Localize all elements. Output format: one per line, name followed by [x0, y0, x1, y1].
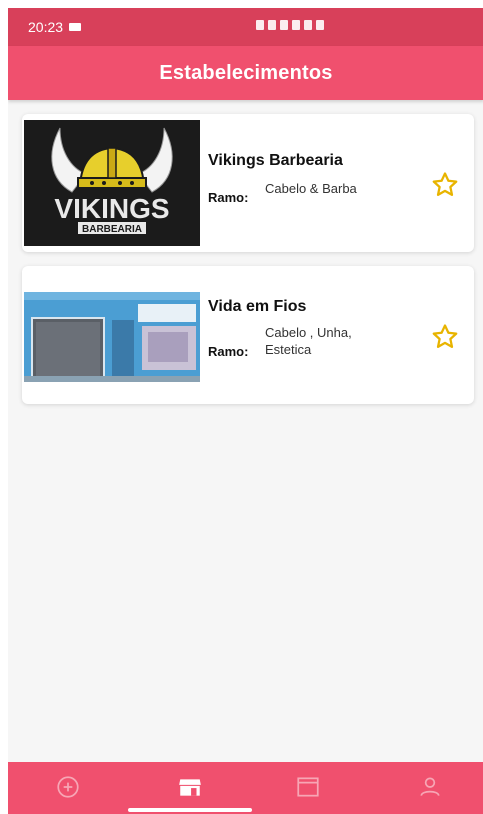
- active-tab-indicator: [128, 808, 252, 812]
- vikings-logo-text: VIKINGS: [54, 193, 169, 224]
- vikings-logo: VIKINGS BARBEARIA: [24, 120, 200, 246]
- mail-notification-icon: [69, 23, 82, 31]
- nav-item-calendar[interactable]: [288, 772, 328, 802]
- store-icon: [179, 779, 201, 796]
- status-time: 20:23: [28, 19, 64, 35]
- ramo-label: Ramo:: [208, 344, 249, 359]
- ramo-value: Cabelo & Barba: [265, 181, 357, 196]
- nav-item-add[interactable]: [48, 772, 88, 802]
- star-outline-icon[interactable]: [430, 322, 460, 352]
- system-icons: [256, 20, 324, 30]
- bottom-navigation: [8, 762, 483, 814]
- plus-circle-icon: [57, 776, 79, 798]
- bluetooth-icon: [268, 20, 276, 30]
- ramo-label: Ramo:: [208, 190, 249, 205]
- vikings-logo-subtext: BARBEARIA: [82, 224, 142, 235]
- wifi-icon: [292, 20, 300, 30]
- signal-icon: [304, 20, 312, 30]
- phone-screen: 20:23 Estabelecimentos VIKINGS BARBEARIA…: [8, 8, 483, 814]
- establishment-photo-image: [24, 292, 200, 382]
- storefront-photo: [24, 292, 200, 382]
- calendar-icon: [297, 777, 319, 797]
- app-bar: Estabelecimentos: [8, 46, 483, 100]
- establishment-card-vikings[interactable]: VIKINGS BARBEARIA Vikings Barbearia Ramo…: [22, 114, 474, 252]
- establishment-name: Vikings Barbearia: [208, 152, 343, 169]
- person-icon: [420, 777, 440, 796]
- establishment-card-vida-em-fios[interactable]: Vida em Fios Ramo: Cabelo , Unha, Esteti…: [22, 266, 474, 404]
- battery-icon: [316, 20, 324, 30]
- status-bar: 20:23: [8, 8, 483, 46]
- ramo-value: Cabelo , Unha, Estetica: [265, 325, 352, 357]
- page-title: Estabelecimentos: [159, 61, 333, 84]
- nav-item-profile[interactable]: [410, 772, 450, 802]
- establishment-name: Vida em Fios: [208, 298, 307, 315]
- star-outline-icon[interactable]: [430, 170, 460, 200]
- establishment-logo-image: VIKINGS BARBEARIA: [24, 120, 200, 246]
- alarm-icon: [256, 20, 264, 30]
- nfc-icon: [280, 20, 288, 30]
- nav-item-establishments[interactable]: [170, 772, 210, 802]
